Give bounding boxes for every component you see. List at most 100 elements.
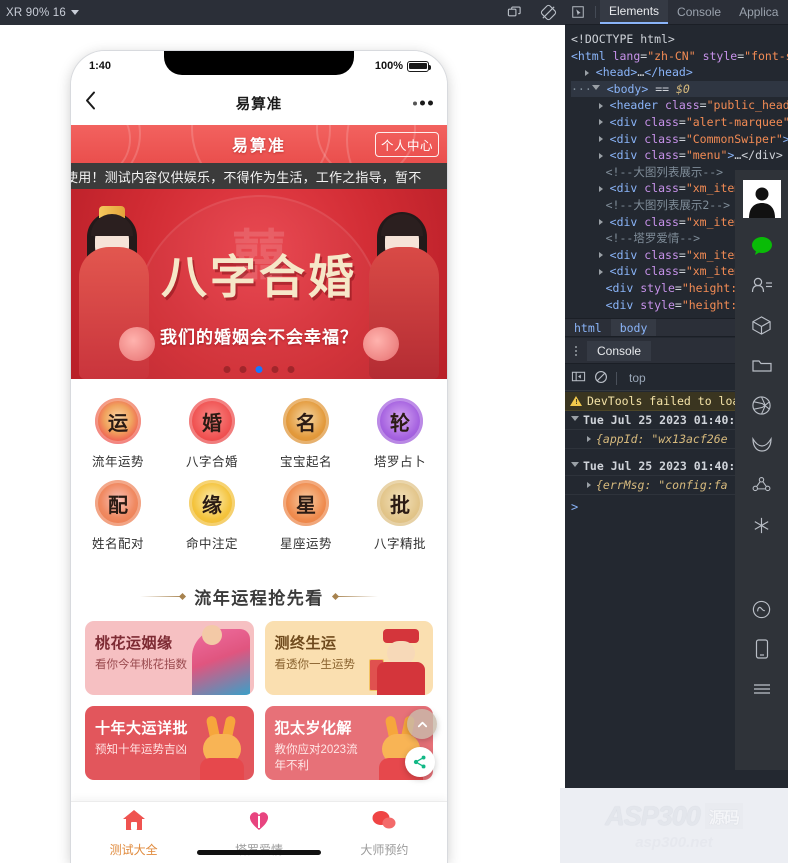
folder-icon[interactable] xyxy=(747,352,777,378)
tab-elements[interactable]: Elements xyxy=(600,0,669,24)
user-center-button[interactable]: 个人中心 xyxy=(374,132,439,157)
banner-subtitle: 我们的婚姻会不会幸福？ xyxy=(160,328,358,347)
marquee-text: 使用！测试内容仅供娱乐，不得作为生活，工作之指导，暂不 xyxy=(71,169,422,185)
contact-card-icon[interactable] xyxy=(747,272,777,298)
phone-simulator: 1:40 100% 易算准 易算准 个人中心 使用！测试内容仅供娱乐，不得作为生… xyxy=(71,51,447,863)
dom-node[interactable]: <div class="CommonSwiper">…</ xyxy=(571,131,788,148)
swiper-dot[interactable] xyxy=(239,366,247,373)
toolbar-divider xyxy=(595,6,596,18)
decorative-wave xyxy=(71,125,131,163)
menu-icon: 轮 xyxy=(377,398,423,444)
banner-swiper[interactable]: 囍 八字合婚 我们的婚姻会不会幸福？ xyxy=(71,189,447,379)
chevron-right-icon[interactable] xyxy=(587,436,591,442)
drawer-tab-console[interactable]: Console xyxy=(587,340,652,361)
aperture-icon[interactable] xyxy=(747,392,777,418)
console-context-selector[interactable]: top xyxy=(625,371,646,385)
section-title: 流年运程抢先看 xyxy=(194,589,324,608)
more-options-icon[interactable] xyxy=(413,100,433,106)
clear-console-icon[interactable] xyxy=(594,369,608,388)
console-prompt[interactable]: > xyxy=(571,500,578,514)
molecule-icon[interactable] xyxy=(747,472,777,498)
menu-item-xingming-peidui[interactable]: 配 姓名配对 xyxy=(71,474,165,556)
mini-program-icon[interactable] xyxy=(747,596,777,622)
menu-item-bazi-jingpi[interactable]: 批 八字精批 xyxy=(353,474,447,556)
menu-item-xingzuo[interactable]: 星 星座运势 xyxy=(259,474,353,556)
menu-item-taluo[interactable]: 轮 塔罗占卜 xyxy=(353,392,447,474)
avatar-thumbnail[interactable] xyxy=(742,180,781,218)
menu-icon: 批 xyxy=(377,480,423,526)
promo-card-subtitle: 教你应对2023流年不利 xyxy=(274,744,358,772)
bride-illustration xyxy=(71,204,157,379)
breadcrumb-item-body[interactable]: body xyxy=(610,319,657,336)
menu-item-label: 塔罗占卜 xyxy=(373,455,426,469)
phone-icon[interactable] xyxy=(747,636,777,662)
swiper-pagination[interactable] xyxy=(223,366,295,373)
share-button[interactable] xyxy=(405,747,435,777)
dom-node[interactable]: <div class="menu">…</div> xyxy=(571,147,788,164)
dom-node[interactable]: <!DOCTYPE html> xyxy=(571,31,788,48)
menu-icon: 婚 xyxy=(189,398,235,444)
menu-item-mingzhong-zhuding[interactable]: 缘 命中注定 xyxy=(165,474,259,556)
section-divider-right xyxy=(333,596,378,597)
dom-node[interactable]: <div class="alert-marquee" id xyxy=(571,114,788,131)
dom-node[interactable]: <html lang="zh-CN" style="font-s xyxy=(571,48,788,65)
dom-node[interactable]: <header class="public_header" xyxy=(571,97,788,114)
page-title: 易算准 xyxy=(235,96,283,113)
tab-application[interactable]: Applica xyxy=(730,0,787,24)
menu-item-qiming[interactable]: 名 宝宝起名 xyxy=(259,392,353,474)
back-icon[interactable] xyxy=(85,91,97,116)
device-selector[interactable]: XR 90% 16 xyxy=(6,7,66,19)
menu-item-label: 命中注定 xyxy=(185,537,238,551)
phone-notch xyxy=(164,51,354,75)
chevron-down-icon[interactable] xyxy=(571,416,579,424)
swiper-dot[interactable] xyxy=(223,366,231,373)
hamburger-menu-icon[interactable] xyxy=(747,676,777,702)
swiper-dot-active[interactable] xyxy=(255,366,263,373)
dom-node[interactable]: <head>…</head> xyxy=(571,64,788,81)
section-header: 流年运程抢先看 xyxy=(71,578,447,621)
rabbit-art-icon xyxy=(194,715,250,780)
swiper-dot[interactable] xyxy=(287,366,295,373)
scroll-to-top-button[interactable] xyxy=(407,709,437,739)
rotate-device-icon[interactable] xyxy=(531,0,565,25)
tab-ceshi-daquan[interactable]: 测试大全 xyxy=(71,808,196,858)
chat-bubbles-icon xyxy=(371,808,397,837)
dom-node-selected[interactable]: ··· <body> == $0 xyxy=(571,80,788,98)
promo-card[interactable]: 十年大运详批 预知十年运势吉凶 xyxy=(85,706,254,780)
chevron-right-icon[interactable] xyxy=(587,482,591,488)
devtools-icon-rail xyxy=(735,170,788,770)
promo-card-subtitle: 看透你一生运势 xyxy=(274,659,356,671)
watermark-badge: 源码 xyxy=(704,803,743,829)
breadcrumb-item-html[interactable]: html xyxy=(565,319,611,336)
menu-item-label: 星座运势 xyxy=(279,537,332,551)
warning-icon xyxy=(570,396,582,406)
menu-row: 配 姓名配对 缘 命中注定 星 星座运势 批 八字精批 xyxy=(71,474,447,556)
more-tools-icon[interactable] xyxy=(565,345,587,356)
app-header: 易算准 个人中心 xyxy=(71,125,447,163)
wave-icon[interactable] xyxy=(747,432,777,458)
simulator-pane: XR 90% 16 1:40 100% 易算准 易算准 个人中心 使用！测试内容… xyxy=(0,0,565,863)
menu-item-label: 八字合婚 xyxy=(185,455,238,469)
menu-item-liunian[interactable]: 运 流年运势 xyxy=(71,392,165,474)
show-console-sidebar-icon[interactable] xyxy=(571,369,586,388)
copy-window-icon[interactable] xyxy=(497,0,531,25)
menu-grid: 运 流年运势 婚 八字合婚 名 宝宝起名 轮 塔罗占卜 配 姓名配对 缘 命中注… xyxy=(71,379,447,566)
lady-art-icon xyxy=(191,625,250,695)
promo-card-subtitle: 看你今年桃花指数 xyxy=(95,659,187,671)
green-chat-bubble-icon[interactable] xyxy=(747,232,777,258)
promo-card[interactable]: 测终生运 看透你一生运势 xyxy=(264,621,433,695)
chevron-down-icon[interactable] xyxy=(70,10,79,15)
chevron-down-icon[interactable] xyxy=(571,462,579,470)
asterisk-icon[interactable] xyxy=(747,512,777,538)
toolbar-divider xyxy=(616,371,617,385)
tab-console[interactable]: Console xyxy=(668,0,730,24)
inspect-cursor-icon[interactable] xyxy=(565,0,591,24)
cube-icon[interactable] xyxy=(747,312,777,338)
menu-icon: 运 xyxy=(95,398,141,444)
watermark-brand: ASP300 xyxy=(605,800,701,831)
swiper-dot[interactable] xyxy=(271,366,279,373)
promo-card[interactable]: 桃花运姻缘 看你今年桃花指数 xyxy=(85,621,254,695)
tab-dashi-yuyue[interactable]: 大师预约 xyxy=(322,808,447,858)
liunian-section: 流年运程抢先看 桃花运姻缘 看你今年桃花指数 测终生运 看透你一生运势 十年大运… xyxy=(71,566,447,788)
menu-item-hehun[interactable]: 婚 八字合婚 xyxy=(165,392,259,474)
